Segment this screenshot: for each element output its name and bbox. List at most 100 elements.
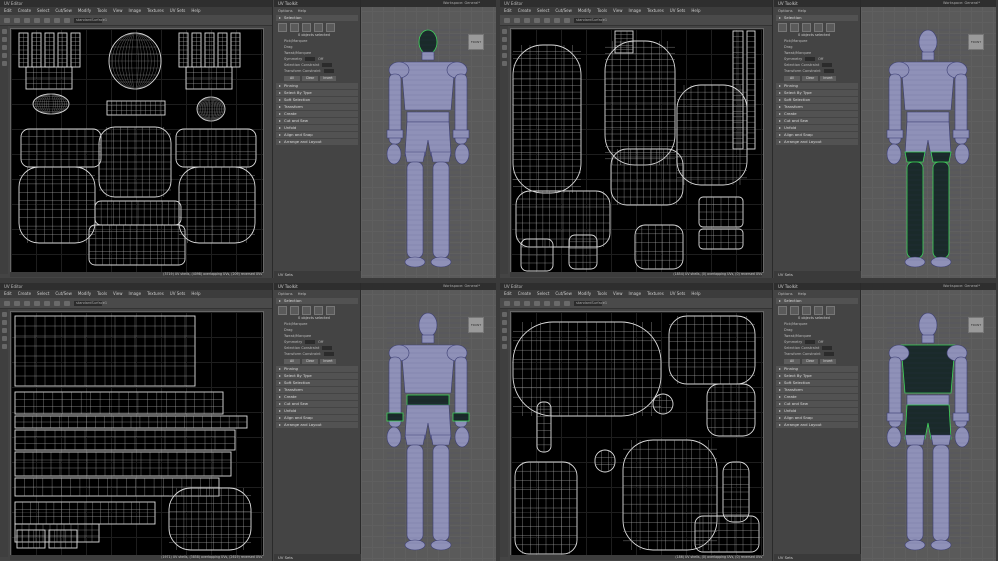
selection-constraint-dropdown[interactable] [322, 63, 333, 67]
menu-tools[interactable]: Tools [97, 7, 107, 15]
menu-textures[interactable]: Textures [647, 7, 664, 15]
selection-constraint-dropdown[interactable] [822, 346, 833, 350]
menu-uv-sets[interactable]: UV Sets [170, 7, 186, 15]
section-select-by-type[interactable]: Select By Type [776, 90, 858, 96]
menu-tools[interactable]: Tools [597, 7, 607, 15]
filter-icon[interactable] [554, 17, 560, 23]
invert-button[interactable]: Invert [820, 359, 836, 364]
edge-mode-icon[interactable] [290, 306, 299, 315]
select-tool-icon[interactable] [1, 312, 7, 317]
menu-tools[interactable]: Tools [597, 290, 607, 298]
scale-tool-icon[interactable] [501, 344, 507, 349]
section-transform[interactable]: Transform [776, 387, 858, 393]
menu-edit[interactable]: Edit [4, 7, 12, 15]
face-mode-icon[interactable] [302, 306, 311, 315]
shading-field[interactable]: standardSurface1 [574, 300, 607, 306]
face-mode-icon[interactable] [302, 23, 311, 32]
texture-icon[interactable] [24, 17, 30, 23]
uv-sets-footer[interactable]: UV Sets [774, 554, 864, 561]
menu-help[interactable]: Help [798, 7, 807, 14]
section-create[interactable]: Create [276, 394, 358, 400]
shading-field[interactable]: standardSurface1 [74, 17, 107, 23]
selection-constraint-dropdown[interactable] [822, 63, 833, 67]
section-select-by-type[interactable]: Select By Type [276, 373, 358, 379]
menu-create[interactable]: Create [18, 7, 31, 15]
menu-tools[interactable]: Tools [97, 290, 107, 298]
menu-image[interactable]: Image [129, 7, 142, 15]
scale-tool-icon[interactable] [1, 61, 7, 66]
uv-canvas[interactable] [510, 28, 764, 273]
scale-tool-icon[interactable] [1, 344, 7, 349]
invert-button[interactable]: Invert [820, 76, 836, 81]
select-all-button[interactable]: All [784, 359, 800, 364]
edge-mode-icon[interactable] [790, 23, 799, 32]
symmetry-dropdown[interactable] [805, 340, 816, 344]
clear-button[interactable]: Clear [302, 76, 318, 81]
filter-icon[interactable] [54, 300, 60, 306]
uv-mode-icon[interactable] [814, 23, 823, 32]
uv-shell-icon[interactable] [504, 17, 510, 23]
section-cut-and-sew[interactable]: Cut and Sew [776, 118, 858, 124]
uv-border-icon[interactable] [14, 300, 20, 306]
section-soft-selection[interactable]: Soft Selection [776, 380, 858, 386]
menu-options[interactable]: Options [278, 290, 293, 297]
section-cut-and-sew[interactable]: Cut and Sew [276, 401, 358, 407]
uv-border-icon[interactable] [514, 17, 520, 23]
shell-mode-icon[interactable] [826, 306, 835, 315]
move-tool-icon[interactable] [1, 328, 7, 333]
3d-viewport[interactable]: Workspace: General* FRONT [361, 283, 496, 561]
texture-icon[interactable] [524, 300, 530, 306]
section-align-and-snap[interactable]: Align and Snap [776, 132, 858, 138]
exposure-icon[interactable] [564, 17, 570, 23]
section-pinning[interactable]: Pinning [776, 366, 858, 372]
clear-button[interactable]: Clear [302, 359, 318, 364]
uv-mode-icon[interactable] [814, 306, 823, 315]
section-select-by-type[interactable]: Select By Type [276, 90, 358, 96]
menu-help[interactable]: Help [298, 290, 307, 297]
invert-button[interactable]: Invert [320, 76, 336, 81]
lasso-tool-icon[interactable] [501, 37, 507, 42]
shell-mode-icon[interactable] [326, 23, 335, 32]
checker-icon[interactable] [534, 17, 540, 23]
texture-icon[interactable] [24, 300, 30, 306]
menu-create[interactable]: Create [18, 290, 31, 298]
rotate-tool-icon[interactable] [501, 53, 507, 58]
menu-uv-sets[interactable]: UV Sets [670, 290, 686, 298]
section-unfold[interactable]: Unfold [776, 125, 858, 131]
lasso-tool-icon[interactable] [1, 320, 7, 325]
section-cut-and-sew[interactable]: Cut and Sew [276, 118, 358, 124]
shading-field[interactable]: standardSurface1 [574, 17, 607, 23]
uv-border-icon[interactable] [14, 17, 20, 23]
uv-mode-icon[interactable] [314, 306, 323, 315]
menu-cut-sew[interactable]: Cut/Sew [555, 290, 572, 298]
section-cut-and-sew[interactable]: Cut and Sew [776, 401, 858, 407]
menu-select[interactable]: Select [37, 7, 49, 15]
grid-icon[interactable] [44, 17, 50, 23]
select-tool-icon[interactable] [501, 312, 507, 317]
menu-image[interactable]: Image [129, 290, 142, 298]
menu-help[interactable]: Help [298, 7, 307, 14]
section-create[interactable]: Create [776, 394, 858, 400]
section-arrange-and-layout[interactable]: Arrange and Layout [276, 422, 358, 428]
section-transform[interactable]: Transform [276, 387, 358, 393]
menu-view[interactable]: View [613, 7, 623, 15]
transform-constraint-dropdown[interactable] [823, 69, 834, 73]
face-mode-icon[interactable] [802, 23, 811, 32]
menu-textures[interactable]: Textures [147, 7, 164, 15]
section-soft-selection[interactable]: Soft Selection [276, 380, 358, 386]
section-soft-selection[interactable]: Soft Selection [276, 97, 358, 103]
uv-canvas[interactable] [510, 311, 764, 556]
uv-border-icon[interactable] [514, 300, 520, 306]
grid-icon[interactable] [544, 300, 550, 306]
menu-modify[interactable]: Modify [578, 7, 591, 15]
rotate-tool-icon[interactable] [1, 336, 7, 341]
invert-button[interactable]: Invert [320, 359, 336, 364]
menu-view[interactable]: View [113, 7, 123, 15]
move-tool-icon[interactable] [501, 45, 507, 50]
grid-icon[interactable] [44, 300, 50, 306]
section-pinning[interactable]: Pinning [276, 83, 358, 89]
uv-canvas[interactable] [10, 311, 264, 556]
select-tool-icon[interactable] [501, 29, 507, 34]
menu-modify[interactable]: Modify [578, 290, 591, 298]
menu-uv-sets[interactable]: UV Sets [670, 7, 686, 15]
